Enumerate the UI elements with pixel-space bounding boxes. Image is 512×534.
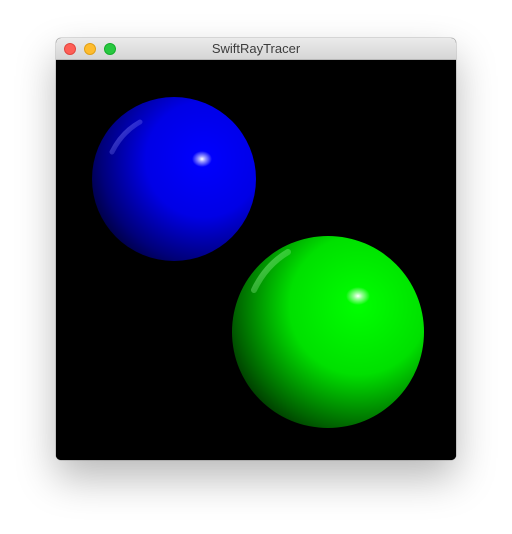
green-sphere <box>232 236 424 428</box>
zoom-window-button[interactable] <box>104 43 116 55</box>
scene-background <box>56 60 456 460</box>
blue-sphere <box>92 97 256 261</box>
minimize-window-button[interactable] <box>84 43 96 55</box>
rendered-scene <box>56 60 456 460</box>
close-window-button[interactable] <box>64 43 76 55</box>
window-title: SwiftRayTracer <box>211 41 301 56</box>
render-viewport <box>56 60 456 460</box>
title-bar[interactable]: SwiftRayTracer <box>56 38 456 60</box>
app-window: SwiftRayTracer <box>56 38 456 460</box>
